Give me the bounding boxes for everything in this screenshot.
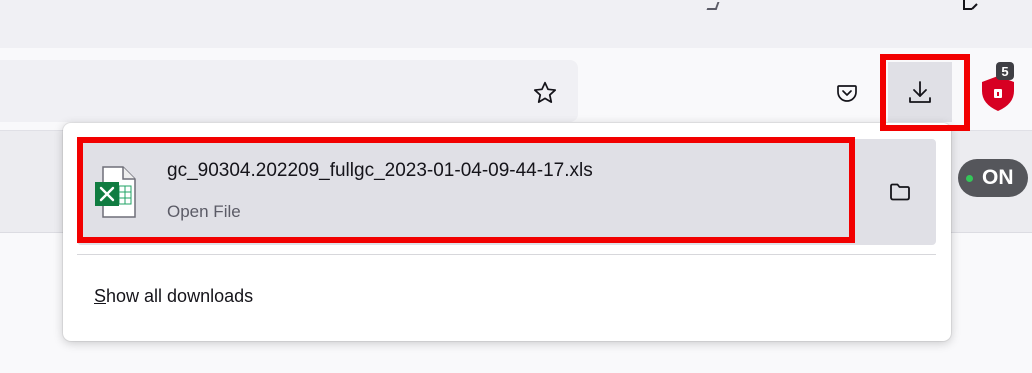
toggle-label: ON <box>982 166 1014 189</box>
window-corner-icon <box>963 0 978 10</box>
downloads-button[interactable] <box>888 62 952 122</box>
extension-badge: 5 <box>1001 64 1008 79</box>
star-icon <box>533 81 557 103</box>
tab-strip <box>0 0 1032 48</box>
tab-chevron-icon <box>706 2 720 10</box>
pocket-button[interactable] <box>830 76 864 110</box>
extension-button[interactable]: 5 <box>974 60 1020 116</box>
accesskey-letter: S <box>94 286 107 306</box>
shield-icon: 5 <box>982 62 1014 111</box>
download-arrow-icon <box>909 81 931 103</box>
excel-file-icon <box>95 166 136 218</box>
show-in-folder-button[interactable] <box>863 139 936 245</box>
show-all-label: how all downloads <box>106 286 254 306</box>
folder-icon <box>889 183 910 201</box>
show-all-downloads-button[interactable]: Show all downloads <box>94 286 253 307</box>
status-dot <box>966 174 973 182</box>
download-file-name: gc_90304.202209_fullgc_2023-01-04-09-44-… <box>167 160 593 181</box>
download-item-open[interactable]: gc_90304.202209_fullgc_2023-01-04-09-44-… <box>77 139 861 245</box>
pocket-icon <box>837 85 857 102</box>
address-bar[interactable] <box>0 60 578 122</box>
download-status: Open File <box>167 202 241 221</box>
bookmark-star-button[interactable] <box>527 75 563 111</box>
browser-window: 5 ON gc_90304.202209_fullgc_2023-01-04-0… <box>0 0 1032 373</box>
panel-separator <box>77 254 936 255</box>
downloads-panel: gc_90304.202209_fullgc_2023-01-04-09-44-… <box>63 123 951 341</box>
on-toggle[interactable]: ON <box>958 159 1028 197</box>
download-item[interactable]: gc_90304.202209_fullgc_2023-01-04-09-44-… <box>77 139 936 245</box>
